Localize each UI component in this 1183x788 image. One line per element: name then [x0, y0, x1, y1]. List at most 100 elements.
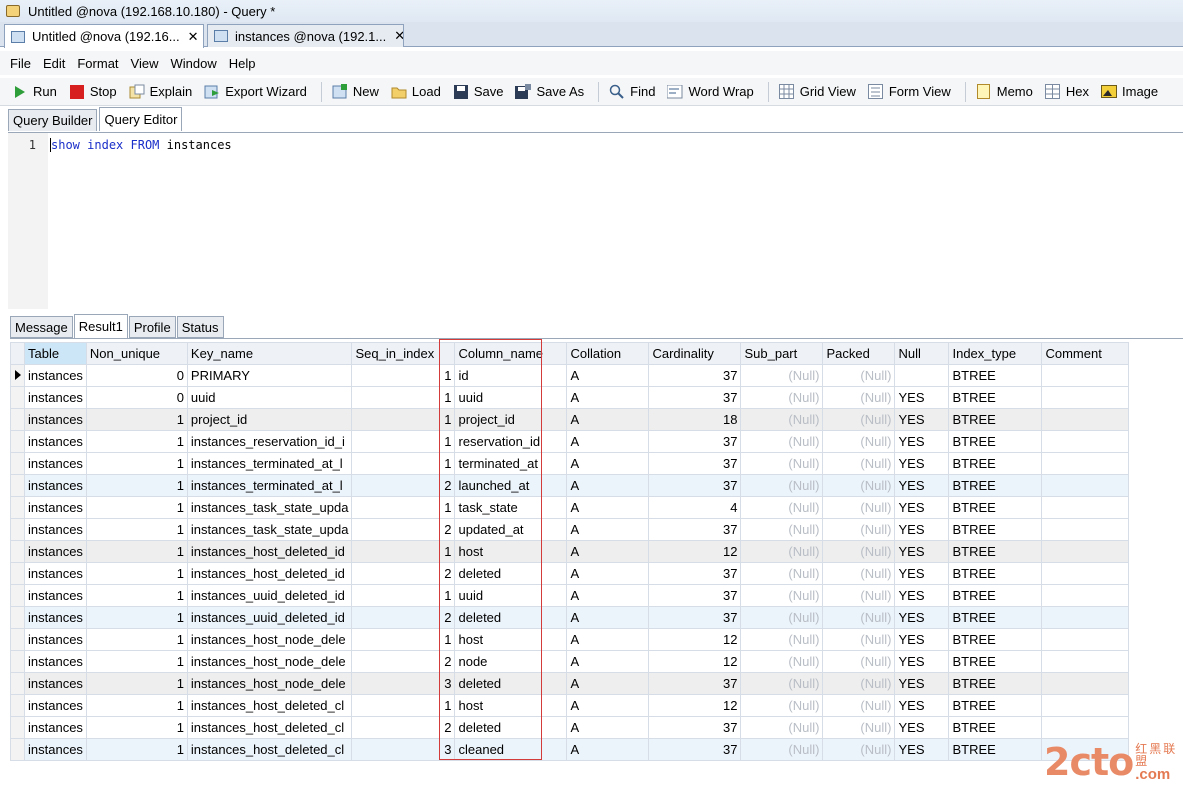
cell-table[interactable]: instances: [24, 694, 87, 717]
menu-help[interactable]: Help: [223, 56, 262, 71]
cell-seq-in-index[interactable]: 1: [351, 496, 456, 519]
cell-collation[interactable]: A: [566, 628, 650, 651]
cell-null[interactable]: YES: [894, 474, 950, 497]
cell-packed[interactable]: (Null): [822, 474, 896, 497]
cell-comment[interactable]: [1041, 364, 1130, 387]
cell-comment[interactable]: [1041, 452, 1130, 475]
cell-index-type[interactable]: BTREE: [948, 562, 1043, 585]
cell-seq-in-index[interactable]: 1: [351, 584, 456, 607]
table-row[interactable]: instances 1 instances_host_deleted_cl 2 dele…: [10, 716, 1130, 739]
column-header-non-unique[interactable]: Non_unique: [85, 342, 188, 365]
cell-cardinality[interactable]: 12: [648, 540, 742, 563]
stop-button[interactable]: Stop: [65, 80, 121, 104]
cell-non-unique[interactable]: 1: [85, 408, 188, 431]
cell-collation[interactable]: A: [566, 452, 650, 475]
cell-column-name[interactable]: task_state: [454, 496, 568, 519]
cell-non-unique[interactable]: 1: [85, 562, 188, 585]
tab-query-builder[interactable]: Query Builder: [8, 109, 98, 131]
cell-table[interactable]: instances: [24, 650, 87, 673]
cell-comment[interactable]: [1041, 694, 1130, 717]
row-indicator[interactable]: [10, 628, 25, 651]
cell-seq-in-index[interactable]: 1: [351, 628, 456, 651]
cell-seq-in-index[interactable]: 1: [351, 452, 456, 475]
menu-edit[interactable]: Edit: [37, 56, 71, 71]
cell-packed[interactable]: (Null): [822, 562, 896, 585]
column-header-table[interactable]: Table: [24, 342, 87, 365]
cell-collation[interactable]: A: [566, 430, 650, 453]
table-row[interactable]: instances 1 instances_terminated_at_l 2 laun…: [10, 474, 1130, 497]
find-button[interactable]: Find: [605, 80, 659, 104]
cell-packed[interactable]: (Null): [822, 650, 896, 673]
cell-sub-part[interactable]: (Null): [740, 540, 824, 563]
cell-cardinality[interactable]: 12: [648, 650, 742, 673]
column-header-null[interactable]: Null: [894, 342, 950, 365]
load-button[interactable]: Load: [387, 80, 445, 104]
cell-null[interactable]: YES: [894, 672, 950, 695]
cell-key-name[interactable]: PRIMARY: [186, 364, 353, 387]
cell-seq-in-index[interactable]: 2: [351, 606, 456, 629]
column-header-cardinality[interactable]: Cardinality: [648, 342, 742, 365]
column-header-comment[interactable]: Comment: [1041, 342, 1130, 365]
cell-collation[interactable]: A: [566, 562, 650, 585]
cell-index-type[interactable]: BTREE: [948, 364, 1043, 387]
cell-null[interactable]: YES: [894, 496, 950, 519]
cell-comment[interactable]: [1041, 386, 1130, 409]
new-button[interactable]: New: [328, 80, 383, 104]
cell-key-name[interactable]: instances_reservation_id_i: [186, 430, 353, 453]
cell-key-name[interactable]: instances_host_deleted_cl: [186, 738, 353, 761]
cell-cardinality[interactable]: 4: [648, 496, 742, 519]
cell-key-name[interactable]: instances_task_state_upda: [186, 496, 353, 519]
cell-table[interactable]: instances: [24, 540, 87, 563]
cell-index-type[interactable]: BTREE: [948, 518, 1043, 541]
cell-non-unique[interactable]: 0: [85, 364, 188, 387]
cell-sub-part[interactable]: (Null): [740, 584, 824, 607]
cell-index-type[interactable]: BTREE: [948, 716, 1043, 739]
cell-null[interactable]: YES: [894, 540, 950, 563]
cell-comment[interactable]: [1041, 716, 1130, 739]
cell-column-name[interactable]: reservation_id: [454, 430, 568, 453]
cell-column-name[interactable]: deleted: [454, 606, 568, 629]
cell-non-unique[interactable]: 1: [85, 716, 188, 739]
grid-view-button[interactable]: Grid View: [775, 80, 860, 104]
cell-cardinality[interactable]: 37: [648, 716, 742, 739]
column-header-sub-part[interactable]: Sub_part: [740, 342, 824, 365]
column-header-column-name[interactable]: Column_name: [454, 342, 568, 365]
row-indicator[interactable]: [10, 518, 25, 541]
cell-null[interactable]: YES: [894, 386, 950, 409]
cell-seq-in-index[interactable]: 1: [351, 408, 456, 431]
cell-key-name[interactable]: instances_uuid_deleted_id: [186, 606, 353, 629]
cell-cardinality[interactable]: 12: [648, 694, 742, 717]
table-row[interactable]: instances 1 instances_host_deleted_id 1 host…: [10, 540, 1130, 563]
cell-sub-part[interactable]: (Null): [740, 606, 824, 629]
cell-packed[interactable]: (Null): [822, 408, 896, 431]
export-wizard-button[interactable]: Export Wizard: [200, 80, 311, 104]
cell-seq-in-index[interactable]: 1: [351, 540, 456, 563]
cell-column-name[interactable]: uuid: [454, 584, 568, 607]
cell-cardinality[interactable]: 37: [648, 584, 742, 607]
table-row[interactable]: instances 1 instances_terminated_at_l 1 term…: [10, 452, 1130, 475]
cell-seq-in-index[interactable]: 3: [351, 738, 456, 761]
cell-index-type[interactable]: BTREE: [948, 650, 1043, 673]
cell-index-type[interactable]: BTREE: [948, 606, 1043, 629]
cell-sub-part[interactable]: (Null): [740, 650, 824, 673]
tab-query-editor[interactable]: Query Editor: [99, 107, 183, 131]
cell-sub-part[interactable]: (Null): [740, 518, 824, 541]
run-button[interactable]: Run: [8, 80, 61, 104]
cell-key-name[interactable]: instances_host_deleted_cl: [186, 716, 353, 739]
cell-packed[interactable]: (Null): [822, 386, 896, 409]
cell-cardinality[interactable]: 37: [648, 386, 742, 409]
cell-table[interactable]: instances: [24, 672, 87, 695]
cell-index-type[interactable]: BTREE: [948, 386, 1043, 409]
cell-column-name[interactable]: project_id: [454, 408, 568, 431]
cell-key-name[interactable]: instances_terminated_at_l: [186, 452, 353, 475]
cell-null[interactable]: YES: [894, 584, 950, 607]
close-icon[interactable]: ✕: [386, 28, 403, 44]
menu-window[interactable]: Window: [164, 56, 222, 71]
cell-sub-part[interactable]: (Null): [740, 562, 824, 585]
cell-packed[interactable]: (Null): [822, 738, 896, 761]
cell-key-name[interactable]: instances_terminated_at_l: [186, 474, 353, 497]
cell-packed[interactable]: (Null): [822, 628, 896, 651]
cell-sub-part[interactable]: (Null): [740, 496, 824, 519]
cell-non-unique[interactable]: 1: [85, 606, 188, 629]
cell-null[interactable]: YES: [894, 606, 950, 629]
